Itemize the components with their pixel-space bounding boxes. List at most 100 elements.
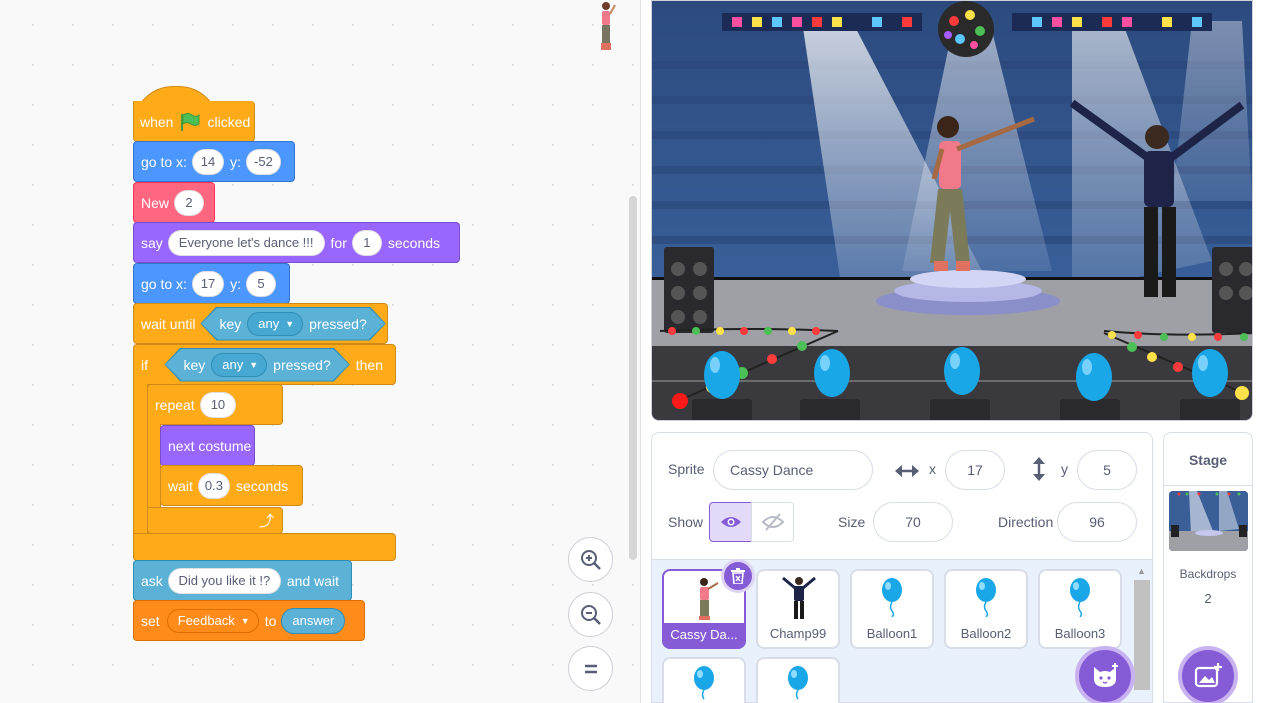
if-footer xyxy=(133,533,396,561)
add-backdrop-button[interactable] xyxy=(1178,646,1238,703)
horizontal-arrows-icon xyxy=(895,465,919,477)
sprite-list-scrollbar[interactable]: ▲ xyxy=(1134,566,1150,703)
size-field[interactable]: 70 xyxy=(873,502,953,542)
new-input[interactable]: 2 xyxy=(174,189,205,216)
stage-scene-image xyxy=(652,1,1252,420)
stage-target-pane[interactable]: Stage Backdrops 2 xyxy=(1163,432,1253,703)
show-visible-button[interactable] xyxy=(709,502,752,542)
x-input[interactable]: 14 xyxy=(191,148,224,175)
dancer-icon xyxy=(699,578,719,620)
repeat-arm xyxy=(147,424,161,508)
if-then-block[interactable]: if key any ▼ pressed? then xyxy=(133,344,396,385)
key-option: any xyxy=(222,357,244,372)
zoom-out-button[interactable] xyxy=(568,592,613,637)
repeat-count-input[interactable]: 10 xyxy=(199,391,237,418)
say-for-secs-block[interactable]: say Everyone let's dance !!! for 1 secon… xyxy=(133,222,460,263)
seconds-label: seconds xyxy=(387,234,441,251)
y-label: y xyxy=(1061,461,1068,477)
direction-label: Direction xyxy=(998,514,1054,530)
stage-canvas[interactable] xyxy=(651,0,1253,421)
sprite-tile-balloon3[interactable]: Balloon3 xyxy=(1038,569,1122,649)
repeat-block[interactable]: repeat 10 xyxy=(147,384,283,425)
for-label: for xyxy=(330,234,347,251)
direction-field[interactable]: 96 xyxy=(1057,502,1137,542)
when-flag-clicked-block[interactable]: when clicked xyxy=(133,86,255,142)
y-label: y: xyxy=(230,153,241,170)
ask-question-input[interactable]: Did you like it !? xyxy=(167,567,281,594)
x-value: 17 xyxy=(967,462,983,478)
y-input[interactable]: -52 xyxy=(245,148,281,175)
sprite-tile-balloon[interactable] xyxy=(756,657,840,703)
key-pressed-boolean[interactable]: key any ▼ pressed? xyxy=(164,348,349,382)
zoom-in-button[interactable] xyxy=(568,537,613,582)
size-value: 70 xyxy=(905,514,921,530)
y-field[interactable]: 5 xyxy=(1077,450,1137,490)
answer-reporter[interactable]: answer xyxy=(281,607,346,634)
go-to-label: go to x: xyxy=(141,153,187,170)
code-area-scrollbar[interactable] xyxy=(629,196,637,560)
y-label: y: xyxy=(230,275,241,292)
eye-slash-icon xyxy=(761,513,784,531)
seconds-label: seconds xyxy=(235,477,289,494)
set-variable-block[interactable]: set Feedback ▼ to answer xyxy=(133,600,365,641)
wait-until-block[interactable]: wait until key any ▼ pressed? xyxy=(133,303,388,344)
say-secs-input[interactable]: 1 xyxy=(351,229,382,256)
then-label: then xyxy=(355,356,383,373)
wait-label: wait xyxy=(168,477,193,494)
next-costume-block[interactable]: next costume xyxy=(160,425,255,466)
pressed-label: pressed? xyxy=(273,356,331,373)
sprite-tile-champ99[interactable]: Champ99 xyxy=(756,569,840,649)
x-field[interactable]: 17 xyxy=(945,450,1005,490)
key-dropdown[interactable]: any ▼ xyxy=(247,312,303,336)
go-to-label: go to x: xyxy=(141,275,187,292)
wait-secs-block[interactable]: wait 0.3 seconds xyxy=(160,465,303,506)
say-message-input[interactable]: Everyone let's dance !!! xyxy=(167,229,325,256)
go-to-xy-block[interactable]: go to x: 14 y: -52 xyxy=(133,141,295,182)
ask-and-wait-block[interactable]: ask Did you like it !? and wait xyxy=(133,560,352,601)
go-to-xy-block[interactable]: go to x: 17 y: 5 xyxy=(133,263,290,304)
sprite-tile-name: Balloon2 xyxy=(960,626,1012,641)
y-input[interactable]: 5 xyxy=(246,270,276,297)
caret-down-icon: ▼ xyxy=(249,359,259,370)
direction-value: 96 xyxy=(1089,514,1105,530)
sprite-name-value: Cassy Dance xyxy=(730,462,814,478)
sprite-tile-balloon2[interactable]: Balloon2 xyxy=(944,569,1028,649)
show-hidden-button[interactable] xyxy=(751,502,794,542)
show-label: Show xyxy=(668,514,704,530)
wait-until-label: wait until xyxy=(141,315,196,332)
x-input[interactable]: 17 xyxy=(191,270,225,297)
key-label: key xyxy=(183,356,206,373)
key-dropdown[interactable]: any ▼ xyxy=(211,353,267,377)
balloon-icon xyxy=(976,578,996,617)
code-area[interactable]: when clicked go to x: 14 y: -52 New 2 sa… xyxy=(0,0,641,703)
sprite-tile-balloon[interactable] xyxy=(662,657,746,703)
sprite-preview-icon xyxy=(601,2,616,50)
variable-dropdown[interactable]: Feedback ▼ xyxy=(166,608,259,633)
delete-sprite-button[interactable] xyxy=(721,559,755,593)
zoom-reset-button[interactable] xyxy=(568,646,613,691)
sprite-tile-name: Balloon3 xyxy=(1054,626,1106,641)
stage-title: Stage xyxy=(1188,452,1228,468)
dancer-icon xyxy=(782,576,816,619)
sprite-info-panel: Sprite Cassy Dance x 17 y 5 Show Size 70… xyxy=(651,432,1153,560)
backdrop-thumbnail[interactable] xyxy=(1169,491,1248,551)
backdrops-label: Backdrops xyxy=(1179,567,1237,581)
clicked-label: clicked xyxy=(207,114,251,130)
y-value: 5 xyxy=(1103,462,1111,478)
sprite-tile-name: Champ99 xyxy=(769,626,827,641)
caret-down-icon: ▼ xyxy=(285,318,295,329)
zoom-out-icon xyxy=(580,604,601,625)
scrollbar-thumb[interactable] xyxy=(1134,580,1150,690)
repeat-arrow-icon: ⤴ xyxy=(259,513,275,530)
eye-icon xyxy=(720,517,741,527)
sprite-label: Sprite xyxy=(668,461,705,477)
key-pressed-boolean[interactable]: key any ▼ pressed? xyxy=(200,307,385,341)
ask-label: ask xyxy=(141,572,163,589)
add-sprite-button[interactable] xyxy=(1075,646,1135,703)
repeat-label: repeat xyxy=(155,396,195,413)
wait-secs-input[interactable]: 0.3 xyxy=(197,472,230,499)
custom-new-block[interactable]: New 2 xyxy=(133,182,215,223)
sprite-tile-balloon1[interactable]: Balloon1 xyxy=(850,569,934,649)
sprite-name-field[interactable]: Cassy Dance xyxy=(713,450,873,490)
if-arm xyxy=(133,384,148,534)
